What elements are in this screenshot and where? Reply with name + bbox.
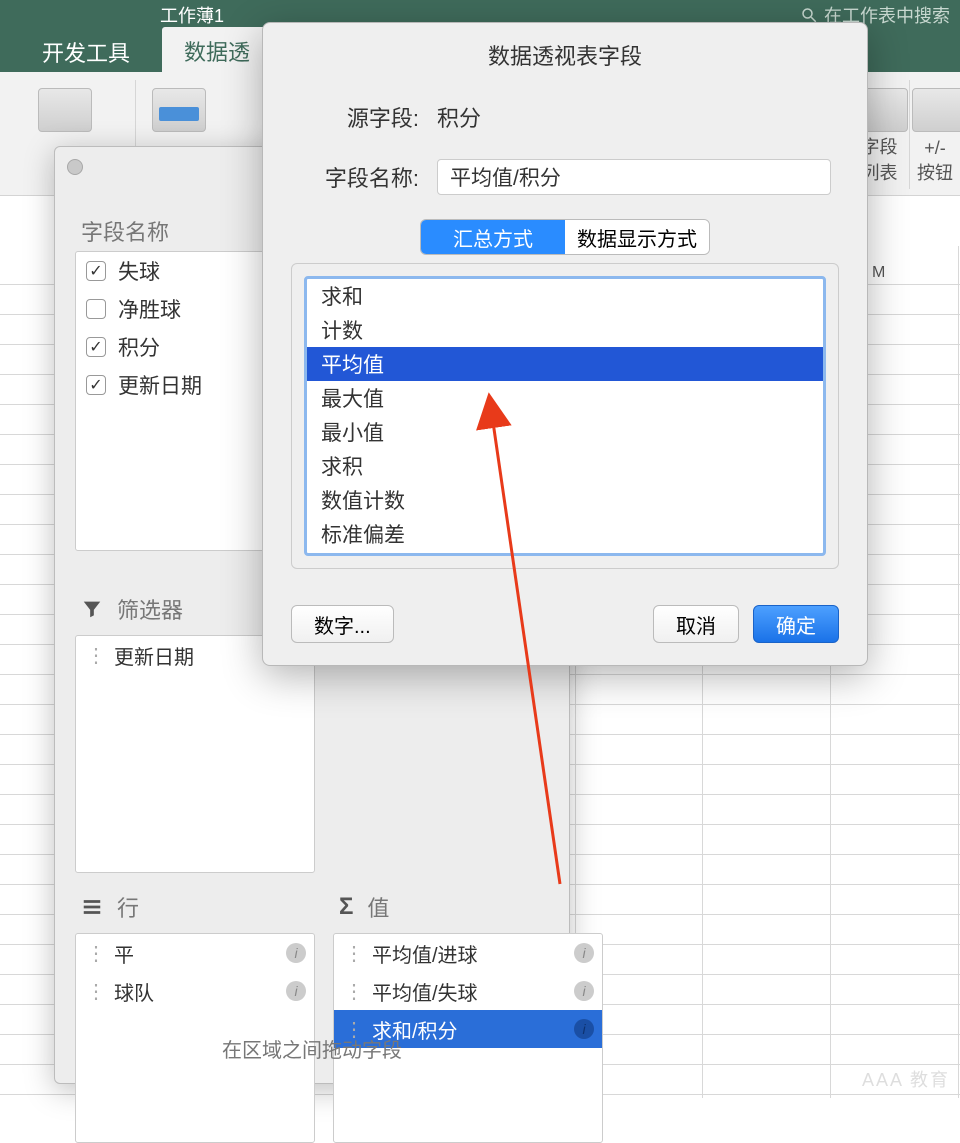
summary-option[interactable]: 标准偏差 — [307, 517, 823, 551]
pivot-field-dialog: 数据透视表字段 源字段: 积分 字段名称: 汇总方式 数据显示方式 求和计数平均… — [262, 22, 868, 666]
field-name-label: 字段名称: — [299, 161, 419, 193]
value-item[interactable]: ⋮平均值/失球i — [334, 972, 602, 1010]
column-header-m[interactable]: M — [872, 264, 885, 282]
summary-option[interactable]: 计数 — [307, 313, 823, 347]
drag-hint: 在区域之间拖动字段 — [55, 1034, 569, 1063]
info-icon[interactable]: i — [574, 981, 594, 1001]
drag-handle-icon: ⋮ — [86, 643, 104, 668]
funnel-icon — [81, 598, 103, 620]
drag-handle-icon: ⋮ — [86, 979, 104, 1004]
info-icon[interactable]: i — [286, 943, 306, 963]
filters-header: 筛选器 — [81, 593, 183, 625]
drag-handle-icon: ⋮ — [344, 941, 362, 966]
sigma-icon: Σ — [339, 893, 353, 921]
row-item[interactable]: ⋮平i — [76, 934, 314, 972]
summary-option[interactable]: 求积 — [307, 449, 823, 483]
filters-box[interactable]: ⋮更新日期 — [75, 635, 315, 873]
checkbox-icon — [86, 299, 106, 319]
field-name-input[interactable] — [437, 159, 831, 195]
source-field-value: 积分 — [437, 101, 831, 133]
tab-developer[interactable]: 开发工具 — [20, 28, 152, 76]
field-label: 失球 — [118, 256, 160, 286]
seg-display-mode[interactable]: 数据显示方式 — [565, 220, 709, 254]
window-close-dot[interactable] — [67, 159, 83, 175]
summary-option[interactable]: 求和 — [307, 279, 823, 313]
summary-option[interactable]: 最大值 — [307, 381, 823, 415]
field-label: 更新日期 — [118, 370, 202, 400]
field-label: 净胜球 — [118, 294, 181, 324]
ok-button[interactable]: 确定 — [753, 605, 839, 643]
info-icon[interactable]: i — [574, 1019, 594, 1039]
summary-option[interactable]: 平均值 — [307, 347, 823, 381]
source-field-label: 源字段: — [299, 101, 419, 133]
rows-icon — [81, 896, 103, 918]
tab-pivot-analyze[interactable]: 数据透 — [162, 27, 272, 75]
ribbon-icon-slicer[interactable] — [152, 88, 206, 132]
cancel-button[interactable]: 取消 — [653, 605, 739, 643]
number-format-button[interactable]: 数字... — [291, 605, 394, 643]
summary-option[interactable]: 最小值 — [307, 415, 823, 449]
plus-minus-icon — [912, 88, 960, 132]
seg-summary-method[interactable]: 汇总方式 — [421, 220, 565, 254]
watermark: AAA 教育 — [862, 1066, 950, 1092]
checkbox-icon — [86, 337, 106, 357]
ribbon-group-buttons[interactable]: +/- 按钮 — [910, 80, 960, 189]
dialog-title: 数据透视表字段 — [263, 23, 867, 95]
ribbon-icon-insert[interactable] — [38, 88, 92, 132]
info-icon[interactable]: i — [574, 943, 594, 963]
values-header: Σ 值 — [339, 891, 389, 923]
field-label: 积分 — [118, 332, 160, 362]
summary-list-frame: 求和计数平均值最大值最小值求积数值计数标准偏差 — [291, 263, 839, 569]
summary-function-list[interactable]: 求和计数平均值最大值最小值求积数值计数标准偏差 — [304, 276, 826, 556]
summary-option[interactable]: 数值计数 — [307, 483, 823, 517]
row-item[interactable]: ⋮球队i — [76, 972, 314, 1010]
drag-handle-icon: ⋮ — [86, 941, 104, 966]
drag-handle-icon: ⋮ — [344, 979, 362, 1004]
field-name-header: 字段名称 — [81, 215, 169, 247]
rows-header: 行 — [81, 891, 139, 923]
value-item[interactable]: ⋮平均值/进球i — [334, 934, 602, 972]
checkbox-icon — [86, 261, 106, 281]
info-icon[interactable]: i — [286, 981, 306, 1001]
segmented-control: 汇总方式 数据显示方式 — [420, 219, 710, 255]
checkbox-icon — [86, 375, 106, 395]
